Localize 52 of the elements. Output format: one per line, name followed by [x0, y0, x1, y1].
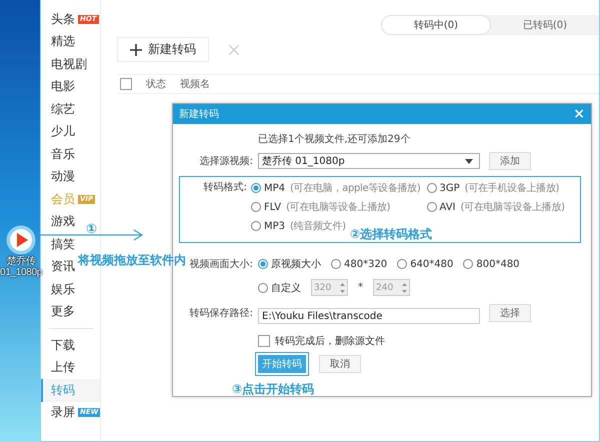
caret-icon — [465, 158, 473, 164]
step-annotation: 将视频拖放至软件内 — [78, 252, 186, 269]
source-dropdown[interactable]: 楚乔传 01_1080p — [258, 153, 480, 169]
radio-option[interactable]: 480*320 — [331, 258, 388, 270]
add-button[interactable]: 添加 — [489, 152, 531, 170]
field-label: 视频画面大小: — [188, 258, 253, 271]
radio-option[interactable]: 原视频大小 — [258, 257, 321, 271]
sidebar-item[interactable]: 下载 — [41, 334, 77, 356]
step-annotation: ②选择转码格式 — [350, 226, 432, 243]
radio-option[interactable]: 800*480 — [463, 258, 520, 270]
sidebar-item[interactable]: 搞笑 — [41, 233, 77, 256]
new-transcode-button[interactable]: 新建转码 — [117, 37, 209, 62]
sidebar-item[interactable]: 电影 — [41, 76, 77, 98]
video-file-icon[interactable] — [6, 225, 36, 255]
sidebar-item[interactable]: 更多 — [41, 300, 77, 323]
sidebar-item[interactable]: 少儿 — [41, 120, 77, 143]
radio-option[interactable]: 640*480 — [397, 258, 454, 270]
radio-option[interactable]: 3GP (可在手机设备上播放) — [426, 181, 565, 195]
sidebar-item[interactable]: 动漫 — [41, 166, 77, 188]
column-header: 状态 — [146, 78, 166, 91]
column-header: 视频名 — [180, 78, 210, 91]
field-label: 转码格式: — [202, 181, 247, 195]
sidebar-item[interactable]: 精选 — [41, 30, 77, 53]
sidebar-item[interactable]: 电视剧 — [41, 53, 89, 76]
times-sign: * — [358, 282, 363, 293]
sidebar-item[interactable]: 娱乐 — [41, 278, 77, 300]
cancel-button[interactable]: 取消 — [319, 355, 361, 373]
browse-button[interactable]: 选择 — [489, 304, 531, 322]
radio-option[interactable]: AVI (可在电脑等设备上播放) — [426, 200, 565, 214]
plus-icon — [130, 44, 142, 56]
sidebar-item[interactable]: 综艺 — [41, 98, 77, 120]
checkbox[interactable] — [120, 78, 132, 90]
spinner-arrows-icon — [339, 280, 346, 294]
step-number: ① — [86, 222, 98, 237]
field-label: 选择源视频: — [198, 154, 253, 168]
path-field[interactable]: E:\Youku Files\transcode — [258, 308, 480, 324]
sidebar-item[interactable]: 游戏 — [41, 210, 77, 233]
sidebar-item[interactable]: 上传 — [41, 356, 77, 379]
dialog-title: 新建转码 — [179, 108, 219, 121]
sidebar-item[interactable]: 音乐 — [41, 143, 77, 166]
tab[interactable]: 已转码(0) — [491, 15, 599, 35]
spinner-arrows-icon — [401, 280, 408, 294]
sidebar-item[interactable]: 资讯 — [41, 256, 77, 278]
tab[interactable]: 转码中(0) — [381, 15, 491, 35]
info-text: 已选择1个视频文件,还可添加29个 — [258, 132, 410, 146]
checkbox-option[interactable]: 转码完成后，删除源文件 — [258, 334, 385, 348]
radio-option[interactable]: FLV (可在电脑等设备上播放) — [251, 200, 420, 214]
field-label: 转码保存路径: — [188, 307, 253, 320]
radio-option[interactable]: 自定义 — [258, 280, 301, 294]
file-label: 楚乔传 — [6, 256, 36, 267]
radio-option[interactable]: MP4 (可在电脑，apple等设备播放) — [251, 181, 420, 195]
step-annotation: ③点击开始转码 — [232, 381, 314, 398]
